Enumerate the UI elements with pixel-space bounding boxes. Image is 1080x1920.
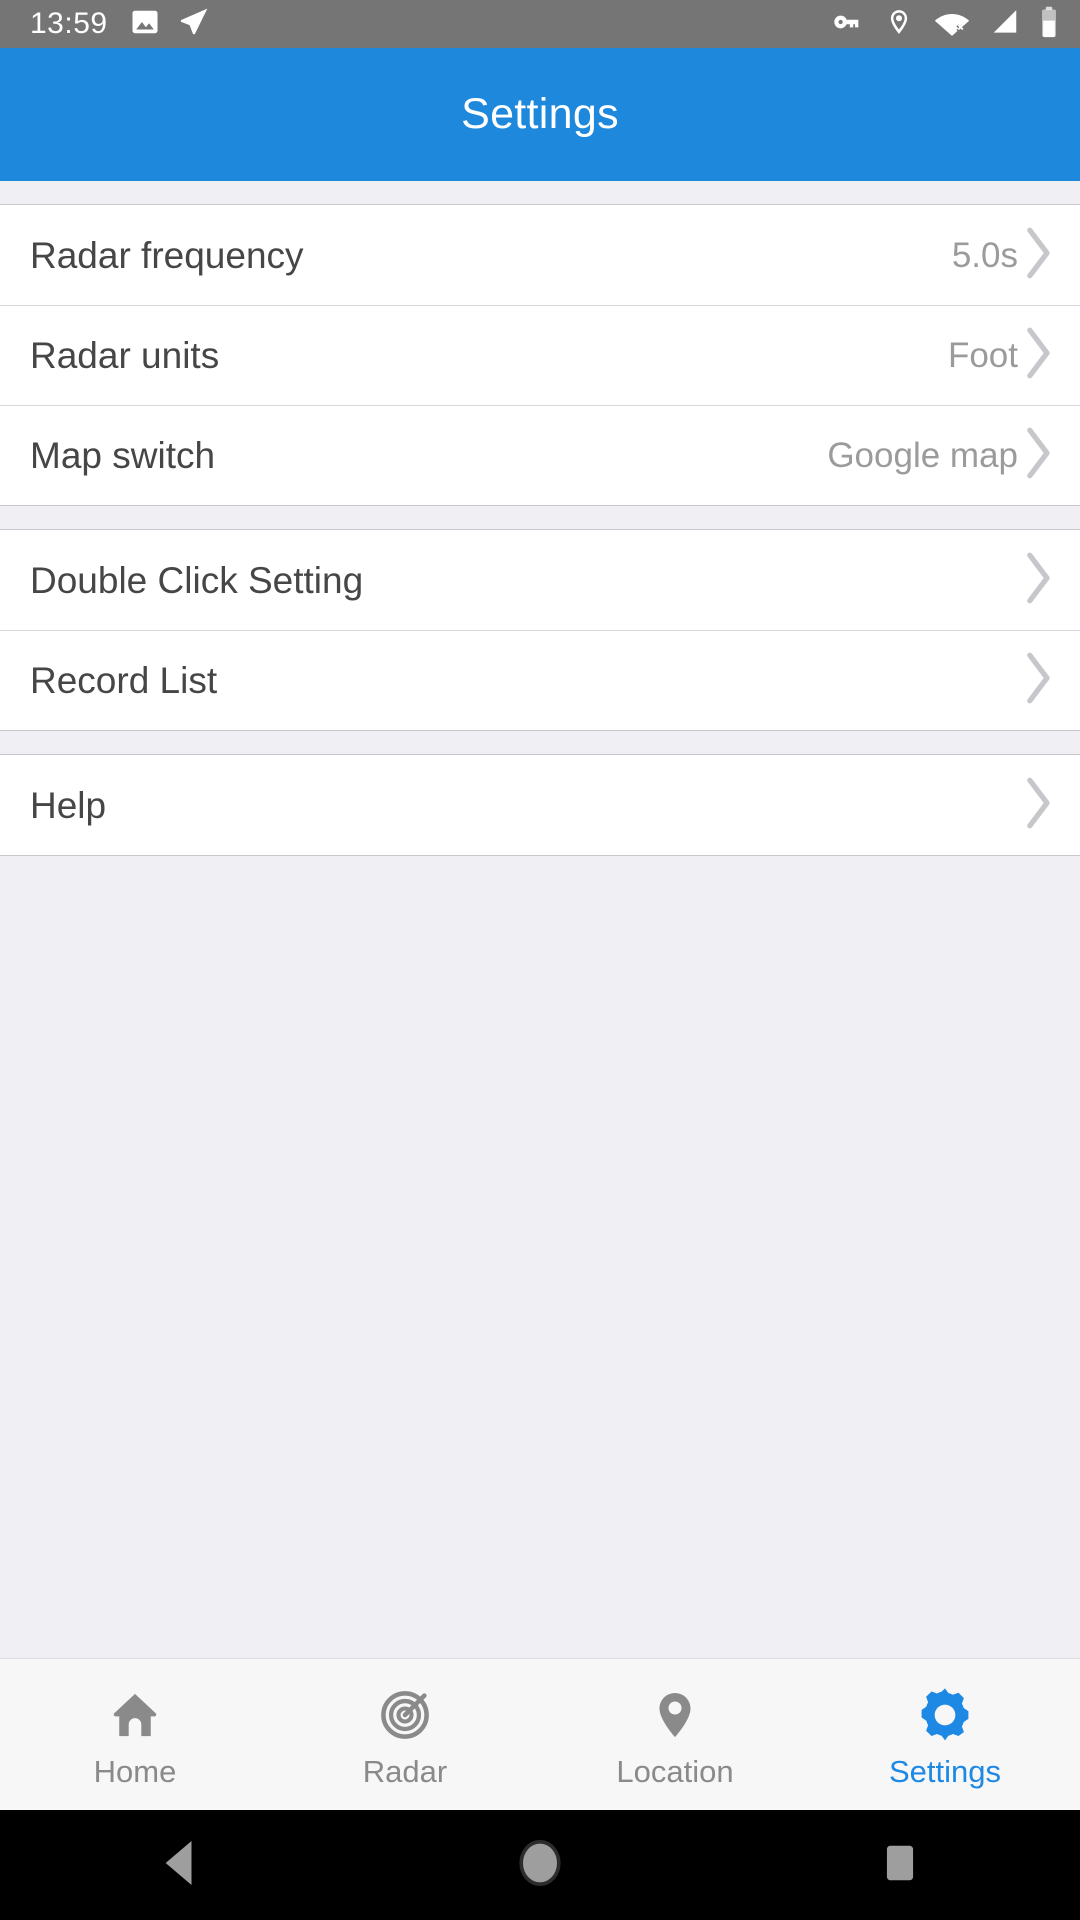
setting-label: Radar units [30,335,220,376]
settings-group-help: Help [0,754,1080,856]
app-bar: Settings [0,48,1080,181]
triangle-back-icon [157,1838,203,1893]
tab-label: Home [93,1754,177,1789]
square-recents-icon [880,1838,920,1893]
status-bar-clock: 13:59 [30,7,108,40]
chevron-right-icon [1024,777,1054,834]
circle-home-icon [516,1837,564,1894]
status-bar-system-icons [830,5,1058,44]
setting-row-radar-units[interactable]: Radar units Foot [0,305,1080,405]
setting-row-right [1018,777,1054,834]
chevron-right-icon [1024,652,1054,709]
setting-value: Foot [947,336,1018,375]
setting-row-map-switch[interactable]: Map switch Google map [0,405,1080,505]
chevron-right-icon [1024,327,1054,384]
setting-row-radar-frequency[interactable]: Radar frequency 5.0s [0,205,1080,305]
android-navigation-bar [0,1810,1080,1920]
phone-screen: 13:59 Settings Radar frequency 5.0s Rada… [0,0,1080,1920]
setting-row-right [1018,552,1054,609]
setting-label: Map switch [30,435,216,476]
tab-label: Radar [362,1754,448,1789]
wifi-off-icon [934,7,970,42]
battery-icon [1040,6,1058,43]
location-pin-icon [884,7,914,42]
chevron-right-icon [1024,552,1054,609]
group-separator [0,181,1080,204]
settings-group-radar: Radar frequency 5.0s Radar units Foot Ma… [0,204,1080,506]
image-icon [130,7,160,42]
gear-icon [918,1688,972,1742]
setting-row-right: 5.0s [952,227,1054,284]
tab-home[interactable]: Home [0,1659,270,1810]
group-separator [0,506,1080,529]
tab-location[interactable]: Location [540,1659,810,1810]
tab-radar[interactable]: Radar [270,1659,540,1810]
group-separator [0,731,1080,754]
back-button[interactable] [105,1810,255,1920]
cellular-signal-icon [990,7,1020,42]
send-icon [178,6,210,43]
status-bar: 13:59 [0,0,1080,48]
home-button[interactable] [465,1810,615,1920]
bottom-tab-bar: Home Radar Location Settings [0,1658,1080,1810]
setting-row-right: Foot [948,327,1054,384]
setting-label: Radar frequency [30,234,304,276]
tab-settings[interactable]: Settings [810,1659,1080,1810]
setting-row-double-click-setting[interactable]: Double Click Setting [0,530,1080,630]
location-pin-icon [648,1688,702,1742]
page-title: Settings [461,90,619,138]
setting-label: Double Click Setting [30,559,364,601]
recents-button[interactable] [825,1810,975,1920]
setting-row-help[interactable]: Help [0,755,1080,855]
home-icon [108,1688,162,1742]
tab-label: Location [616,1754,734,1789]
settings-list[interactable]: Radar frequency 5.0s Radar units Foot Ma… [0,181,1080,1658]
setting-label: Record List [30,660,218,701]
settings-group-tools: Double Click Setting Record List [0,529,1080,731]
chevron-right-icon [1024,227,1054,284]
setting-label: Help [30,784,107,826]
setting-row-record-list[interactable]: Record List [0,630,1080,730]
radar-target-icon [378,1688,432,1742]
setting-value: 5.0s [951,235,1018,275]
setting-row-right [1018,652,1054,709]
status-bar-notification-icons [130,6,210,43]
setting-row-right: Google map [827,427,1054,484]
setting-value: Google map [827,436,1018,475]
chevron-right-icon [1024,427,1054,484]
vpn-key-icon [830,5,864,44]
tab-label: Settings [888,1754,1001,1789]
